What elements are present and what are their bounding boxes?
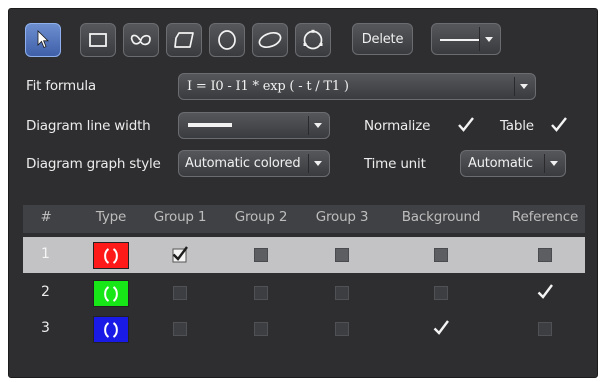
circle-tool-button[interactable] bbox=[209, 23, 245, 57]
chevron-down-icon bbox=[308, 154, 327, 173]
roi-settings-panel: Delete Fit formula I = I0 - I1 * exp ( -… bbox=[8, 8, 598, 378]
roi-type-swatch[interactable] bbox=[93, 242, 129, 269]
thick-line-icon bbox=[188, 123, 232, 127]
line-style-icon bbox=[440, 39, 480, 41]
time-unit-label: Time unit bbox=[364, 156, 426, 172]
table-row[interactable]: 2 bbox=[23, 275, 585, 311]
roi-type-swatch[interactable] bbox=[93, 280, 129, 307]
rectangle-tool-button[interactable] bbox=[80, 23, 116, 57]
chevron-down-icon bbox=[514, 77, 533, 96]
checkmark-icon bbox=[172, 246, 188, 263]
time-unit-dropdown[interactable]: Automatic bbox=[460, 150, 566, 177]
pointer-tool-button[interactable] bbox=[25, 23, 61, 57]
time-unit-value: Automatic bbox=[468, 156, 533, 171]
polygon-icon bbox=[174, 32, 194, 48]
group3-checkbox[interactable] bbox=[335, 286, 349, 300]
rectangle-icon bbox=[89, 33, 107, 47]
table-checkbox[interactable] bbox=[550, 116, 568, 137]
row-number: 1 bbox=[41, 246, 50, 262]
reference-checkbox[interactable] bbox=[538, 322, 552, 336]
group3-checkbox[interactable] bbox=[335, 322, 349, 336]
column-header-group2: Group 2 bbox=[234, 209, 288, 225]
column-header-group3: Group 3 bbox=[315, 209, 369, 225]
row-number: 2 bbox=[41, 284, 50, 300]
normalize-label: Normalize bbox=[364, 118, 431, 134]
ellipse-icon bbox=[258, 31, 282, 49]
line-width-label: Diagram line width bbox=[26, 118, 151, 134]
group2-checkbox[interactable] bbox=[254, 322, 268, 336]
column-header-number: # bbox=[40, 209, 52, 225]
polygon-tool-button[interactable] bbox=[166, 23, 202, 57]
fit-formula-dropdown[interactable]: I = I0 - I1 * exp ( - t / T1 ) bbox=[178, 73, 536, 100]
roi-type-swatch[interactable] bbox=[93, 316, 129, 343]
circle-points-tool-button[interactable] bbox=[295, 23, 331, 57]
column-header-background: Background bbox=[401, 209, 481, 225]
circle-points-icon bbox=[303, 29, 323, 50]
line-width-dropdown[interactable] bbox=[178, 112, 330, 139]
circle-region-icon bbox=[104, 285, 118, 302]
table-row[interactable]: 3 bbox=[23, 311, 585, 347]
pointer-icon bbox=[37, 30, 49, 49]
graph-style-label: Diagram graph style bbox=[26, 156, 161, 172]
group1-checkbox[interactable] bbox=[173, 286, 187, 300]
checkmark-icon bbox=[458, 117, 474, 132]
chevron-down-icon bbox=[479, 27, 498, 51]
group3-checkbox[interactable] bbox=[335, 248, 349, 262]
group2-checkbox[interactable] bbox=[254, 286, 268, 300]
line-style-dropdown[interactable] bbox=[431, 23, 501, 55]
circle-icon bbox=[218, 30, 236, 50]
background-checkbox[interactable] bbox=[434, 248, 448, 262]
normalize-checkbox[interactable] bbox=[457, 116, 475, 137]
table-label: Table bbox=[500, 118, 534, 134]
background-checkbox[interactable] bbox=[434, 286, 448, 300]
group2-checkbox[interactable] bbox=[254, 248, 268, 262]
checkmark-icon bbox=[537, 284, 553, 299]
graph-style-value: Automatic colored bbox=[185, 156, 301, 171]
roi-table-header: # Type Group 1 Group 2 Group 3 Backgroun… bbox=[23, 205, 585, 233]
freehand-icon bbox=[130, 34, 151, 46]
column-header-reference: Reference bbox=[511, 209, 579, 225]
graph-style-dropdown[interactable]: Automatic colored bbox=[178, 150, 330, 177]
column-header-group1: Group 1 bbox=[153, 209, 207, 225]
circle-region-icon bbox=[104, 321, 118, 338]
freehand-tool-button[interactable] bbox=[123, 23, 159, 57]
column-header-type: Type bbox=[95, 209, 127, 225]
chevron-down-icon bbox=[544, 154, 563, 173]
delete-button[interactable]: Delete bbox=[352, 23, 413, 55]
background-checkbox[interactable] bbox=[432, 319, 450, 341]
checkmark-icon bbox=[551, 117, 567, 132]
fit-formula-label: Fit formula bbox=[26, 78, 96, 94]
checkmark-icon bbox=[433, 320, 449, 335]
row-number: 3 bbox=[41, 320, 50, 336]
reference-checkbox[interactable] bbox=[538, 248, 552, 262]
circle-region-icon bbox=[104, 247, 118, 264]
table-row[interactable]: 1 bbox=[23, 237, 585, 273]
delete-button-label: Delete bbox=[361, 31, 404, 47]
fit-formula-value: I = I0 - I1 * exp ( - t / T1 ) bbox=[187, 79, 349, 94]
reference-checkbox[interactable] bbox=[536, 283, 554, 305]
chevron-down-icon bbox=[308, 116, 327, 135]
group1-checkbox[interactable] bbox=[173, 322, 187, 336]
ellipse-tool-button[interactable] bbox=[252, 23, 288, 57]
group1-checkbox[interactable] bbox=[171, 245, 189, 267]
